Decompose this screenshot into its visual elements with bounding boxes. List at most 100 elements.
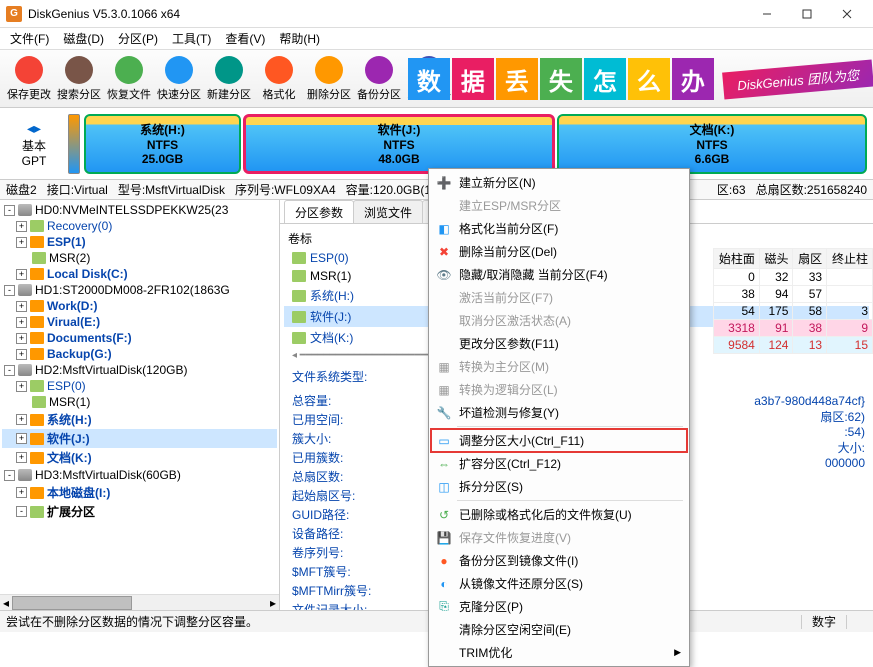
menu-item[interactable]: 工具(T) <box>166 28 217 49</box>
context-menu-item[interactable]: ▭调整分区大小(Ctrl_F11) <box>431 429 687 452</box>
tree-partition-node[interactable]: +ESP(1) <box>2 234 277 250</box>
partition-block[interactable]: 文档(K:)NTFS6.6GB <box>557 114 867 174</box>
menu-label: 隐藏/取消隐藏 当前分区(F4) <box>459 266 608 283</box>
tree-partition-node[interactable]: + 本地磁盘(I:) <box>2 483 277 502</box>
menu-icon: 🔧 <box>435 404 453 422</box>
context-menu-item[interactable]: 🔧 坏道检测与修复(Y) <box>431 401 687 424</box>
toolbar-button[interactable]: 快速分区 <box>154 52 204 106</box>
tree-h-scrollbar[interactable]: ◂ ▸ <box>0 594 279 610</box>
tree-expander[interactable]: + <box>16 487 27 498</box>
tree-disk-node[interactable]: -HD1:ST2000DM008-2FR102(1863G <box>2 282 277 298</box>
minimize-button[interactable] <box>747 3 787 25</box>
tree-partition-node[interactable]: MSR(1) <box>2 394 277 410</box>
tree-expander[interactable]: + <box>16 221 27 232</box>
context-menu-item[interactable]: 👁隐藏/取消隐藏 当前分区(F4) <box>431 263 687 286</box>
tree-expander[interactable]: - <box>16 506 27 517</box>
toolbar-icon <box>315 56 343 84</box>
toolbar-button[interactable]: 搜索分区 <box>54 52 104 106</box>
tree-partition-node[interactable]: +Work(D:) <box>2 298 277 314</box>
tab[interactable]: 浏览文件 <box>353 200 423 223</box>
tree-partition-node[interactable]: MSR(2) <box>2 250 277 266</box>
partition-icon <box>292 252 306 264</box>
nav-arrows[interactable]: ◂▸ <box>4 120 64 137</box>
partition-icon <box>30 348 44 360</box>
toolbar-button[interactable]: 备份分区 <box>354 52 404 106</box>
menu-item[interactable]: 帮助(H) <box>273 28 326 49</box>
tree-label: Recovery(0) <box>47 219 112 233</box>
toolbar-icon <box>115 56 143 84</box>
tree-expander[interactable]: + <box>16 237 27 248</box>
context-menu-item[interactable]: ⎘克隆分区(P) <box>431 595 687 618</box>
partition-block[interactable]: 系统(H:)NTFS25.0GB <box>84 114 241 174</box>
tree-expander[interactable]: + <box>16 381 27 392</box>
toolbar-button[interactable]: 保存更改 <box>4 52 54 106</box>
context-menu-item[interactable]: ◧格式化当前分区(F) <box>431 217 687 240</box>
tree-expander[interactable]: - <box>4 285 15 296</box>
tree-expander[interactable]: + <box>16 349 27 360</box>
context-menu-item[interactable]: ◐从镜像文件还原分区(S) <box>431 572 687 595</box>
tree-expander[interactable]: + <box>16 414 27 425</box>
context-menu-item[interactable]: ✖删除当前分区(Del) <box>431 240 687 263</box>
banner-block: 办 <box>672 58 714 100</box>
context-menu-item[interactable]: ⇔扩容分区(Ctrl_F12) <box>431 452 687 475</box>
tree-partition-node[interactable]: +软件(J:) <box>2 429 277 448</box>
tree-expander[interactable]: + <box>16 301 27 312</box>
menu-item[interactable]: 文件(F) <box>4 28 55 49</box>
context-menu-item[interactable]: ➕建立新分区(N) <box>431 171 687 194</box>
context-menu-item[interactable]: ↺已删除或格式化后的文件恢复(U) <box>431 503 687 526</box>
menu-label: 坏道检测与修复(Y) <box>459 404 559 421</box>
disk-track-bar <box>68 114 80 174</box>
tree-partition-node[interactable]: +Documents(F:) <box>2 330 277 346</box>
tree-partition-node[interactable]: + Recovery(0) <box>2 218 277 234</box>
context-menu-item[interactable]: 清除分区空闲空间(E) <box>431 618 687 641</box>
menu-item[interactable]: 磁盘(D) <box>57 28 110 49</box>
tree-expander[interactable]: + <box>16 269 27 280</box>
tree-expander[interactable]: - <box>4 365 15 376</box>
menu-item[interactable]: 分区(P) <box>112 28 164 49</box>
partition-block[interactable]: 软件(J:)NTFS48.0GB <box>243 114 555 174</box>
tree-partition-node[interactable]: + Local Disk(C:) <box>2 266 277 282</box>
tree-partition-node[interactable]: +Virual(E:) <box>2 314 277 330</box>
tree-label: Local Disk(C:) <box>47 267 128 281</box>
tree-partition-node[interactable]: +文档(K:) <box>2 448 277 467</box>
tree-disk-node[interactable]: -HD0:NVMeINTELSSDPEKKW25(23 <box>2 202 277 218</box>
tab[interactable]: 分区参数 <box>284 200 354 223</box>
toolbar-button[interactable]: 删除分区 <box>304 52 354 106</box>
menu-item[interactable]: 查看(V) <box>219 28 271 49</box>
tree-expander[interactable]: + <box>16 333 27 344</box>
disk-tree[interactable]: -HD0:NVMeINTELSSDPEKKW25(23+Recovery(0)+… <box>0 200 279 594</box>
toolbar-button[interactable]: 格式化 <box>254 52 304 106</box>
toolbar-label: 搜索分区 <box>57 86 101 102</box>
toolbar-button[interactable]: 恢复文件 <box>104 52 154 106</box>
tree-disk-node[interactable]: -HD3:MsftVirtualDisk(60GB) <box>2 467 277 483</box>
context-menu-item[interactable]: 更改分区参数(F11) <box>431 332 687 355</box>
partition-icon <box>30 380 44 392</box>
tree-partition-node[interactable]: -扩展分区 <box>2 502 277 521</box>
tree-expander[interactable]: - <box>4 205 15 216</box>
maximize-button[interactable] <box>787 3 827 25</box>
context-menu-item: 激活当前分区(F7) <box>431 286 687 309</box>
toolbar-button[interactable]: 新建分区 <box>204 52 254 106</box>
tree-expander[interactable]: + <box>16 317 27 328</box>
tree-label: 本地磁盘(I:) <box>47 484 110 501</box>
tree-disk-node[interactable]: -HD2:MsftVirtualDisk(120GB) <box>2 362 277 378</box>
context-menu-item[interactable]: ◫拆分分区(S) <box>431 475 687 498</box>
tree-expander[interactable]: + <box>16 452 27 463</box>
menu-label: TRIM优化 <box>459 644 512 661</box>
context-menu-item[interactable]: ●备份分区到镜像文件(I) <box>431 549 687 572</box>
toolbar-label: 格式化 <box>263 86 296 102</box>
tree-partition-node[interactable]: +Backup(G:) <box>2 346 277 362</box>
geometry-table: 始柱面磁头扇区终止柱032333894575417558333189138995… <box>713 248 873 354</box>
tree-expander[interactable]: - <box>4 470 15 481</box>
close-button[interactable] <box>827 3 867 25</box>
banner-block: 据 <box>452 58 494 100</box>
tree-expander[interactable]: + <box>16 433 27 444</box>
banner-block: 数 <box>408 58 450 100</box>
toolbar-icon <box>365 56 393 84</box>
disk-basic-info: ◂▸ 基本 GPT <box>4 120 64 168</box>
context-menu-item[interactable]: TRIM优化▶ <box>431 641 687 664</box>
tree-partition-node[interactable]: +ESP(0) <box>2 378 277 394</box>
menu-label: 清除分区空闲空间(E) <box>459 621 571 638</box>
tree-partition-node[interactable]: +系统(H:) <box>2 410 277 429</box>
app-icon: G <box>6 6 22 22</box>
